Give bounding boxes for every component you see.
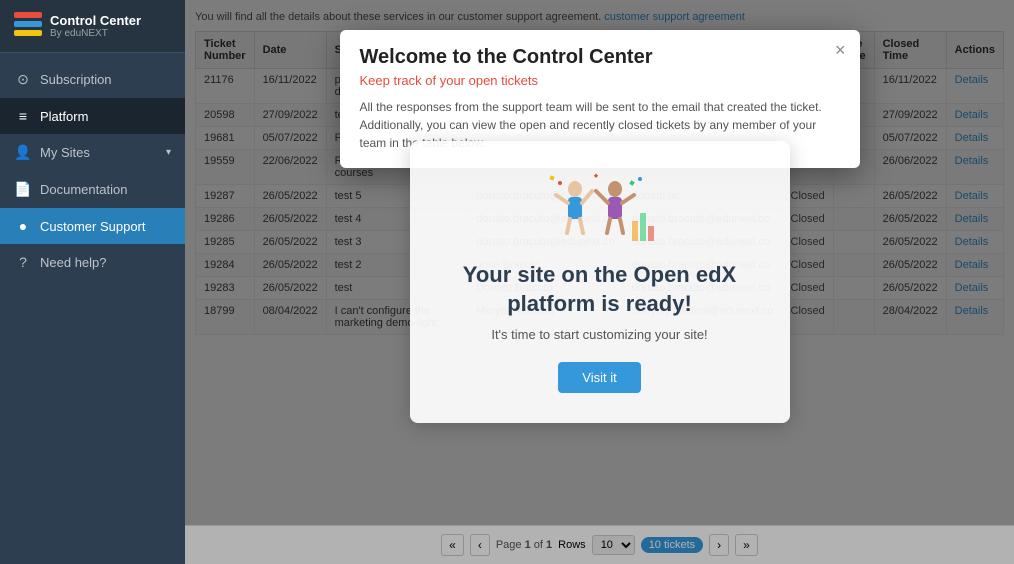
celebrate-illustration (540, 171, 660, 251)
sidebar-item-label: Subscription (40, 72, 112, 87)
subscription-icon: ⊙ (14, 71, 32, 88)
logo-bar-red (14, 12, 42, 18)
sidebar-item-need-help[interactable]: ? Need help? (0, 244, 185, 280)
sidebar-item-customer-support[interactable]: ● Customer Support (0, 208, 185, 244)
sidebar-item-documentation[interactable]: 📄 Documentation (0, 171, 185, 208)
sidebar-item-label: Need help? (40, 255, 107, 270)
modal-subtitle: Keep track of your open tickets (360, 73, 840, 88)
documentation-icon: 📄 (14, 181, 32, 198)
site-ready-title: Your site on the Open edX platform is re… (450, 261, 750, 318)
sidebar-item-subscription[interactable]: ⊙ Subscription (0, 61, 185, 98)
logo-icon (14, 12, 42, 40)
sidebar-item-platform[interactable]: ≡ Platform (0, 98, 185, 134)
platform-icon: ≡ (14, 108, 32, 124)
logo-title: Control Center (50, 13, 141, 28)
sidebar-item-mysites[interactable]: 👤 My Sites ▾ (0, 134, 185, 171)
sidebar-item-label: Documentation (40, 182, 127, 197)
modal-header: Welcome to the Control Center Keep track… (340, 30, 860, 88)
sidebar: Control Center By eduNEXT ⊙ Subscription… (0, 0, 185, 564)
site-ready-desc: It's time to start customizing your site… (450, 327, 750, 342)
site-ready-button[interactable]: Visit it (558, 362, 640, 393)
modal-title: Welcome to the Control Center (360, 46, 840, 69)
mysites-icon: 👤 (14, 144, 32, 161)
site-ready-card: Your site on the Open edX platform is re… (410, 141, 790, 422)
sidebar-item-label: My Sites (40, 145, 90, 160)
logo-bar-yellow (14, 30, 42, 36)
sidebar-nav: ⊙ Subscription ≡ Platform 👤 My Sites ▾ 📄… (0, 53, 185, 564)
modal-close-button[interactable]: × (835, 40, 846, 61)
logo-text: Control Center By eduNEXT (50, 13, 141, 39)
customer-support-icon: ● (14, 218, 32, 234)
sidebar-item-label: Platform (40, 109, 88, 124)
logo-subtitle: By eduNEXT (50, 28, 141, 39)
need-help-icon: ? (14, 254, 32, 270)
mysites-arrow: ▾ (166, 147, 171, 158)
main-content: You will find all the details about thes… (185, 0, 1014, 564)
logo-bar-blue (14, 21, 42, 27)
sidebar-item-label: Customer Support (40, 219, 146, 234)
logo: Control Center By eduNEXT (0, 0, 185, 53)
